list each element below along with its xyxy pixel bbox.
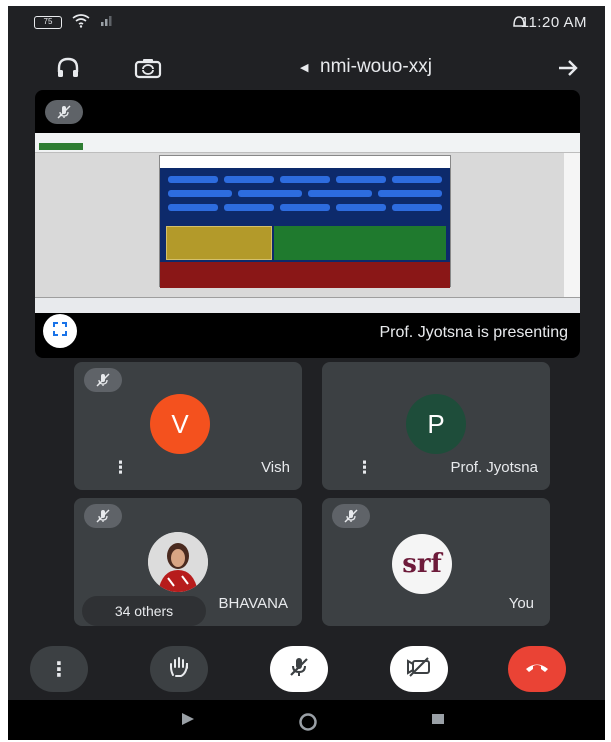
battery-level: 75: [43, 17, 53, 26]
mic-off-icon: [332, 504, 370, 528]
signal-icon: [100, 14, 118, 29]
more-vert-icon: ⋮: [49, 658, 69, 681]
more-vert-icon[interactable]: ⋮: [356, 458, 373, 478]
meeting-code[interactable]: nmi-wouo-xxj: [320, 56, 432, 78]
hand-icon: [167, 655, 191, 684]
fullscreen-button[interactable]: [43, 314, 77, 348]
participant-name: BHAVANA: [218, 595, 288, 612]
camera-toggle-button[interactable]: [390, 646, 448, 692]
avatar: V: [150, 394, 210, 454]
chevron-icon[interactable]: ◀: [300, 61, 308, 74]
status-bar: 75 11:20 AM: [8, 6, 605, 38]
mic-off-icon: [287, 655, 311, 684]
switch-camera-icon[interactable]: [134, 56, 162, 80]
participant-name: Vish: [261, 459, 290, 476]
avatar-initial: P: [427, 408, 445, 439]
avatar-logo: srf: [402, 549, 442, 579]
participant-tile-vish[interactable]: V ⋮ Vish: [74, 362, 302, 490]
avatar: [148, 532, 208, 592]
battery-icon: 75: [34, 16, 62, 29]
nav-home-icon[interactable]: [298, 712, 318, 732]
nav-back-icon[interactable]: [180, 712, 196, 726]
shared-screen-sidebar: [564, 153, 580, 297]
mic-off-icon: [84, 504, 122, 528]
system-nav-bar: [8, 700, 605, 740]
end-call-button[interactable]: [508, 646, 566, 692]
participant-name: Prof. Jyotsna: [450, 459, 538, 476]
status-time: 11:20 AM: [520, 14, 587, 31]
camera-off-icon: [406, 656, 432, 683]
wifi-icon: [72, 14, 90, 31]
meet-screen: 75 11:20 AM ◀ nmi-wouo-xxj Prof. Jyotsna…: [8, 6, 605, 740]
others-chip[interactable]: 34 others: [82, 596, 206, 626]
presenting-label: Prof. Jyotsna is presenting: [379, 324, 568, 341]
shared-screen-toolbar: [35, 133, 580, 153]
arrow-icon[interactable]: [554, 56, 582, 80]
fullscreen-icon: [52, 321, 68, 342]
top-bar: ◀ nmi-wouo-xxj: [8, 46, 605, 90]
shared-screen: [35, 133, 580, 313]
participant-name: You: [508, 595, 534, 612]
more-options-button[interactable]: ⋮: [30, 646, 88, 692]
end-call-icon: [524, 660, 550, 679]
headphones-icon[interactable]: [54, 56, 82, 80]
avatar: P: [406, 394, 466, 454]
mic-off-icon: [45, 100, 83, 124]
avatar: srf: [392, 534, 452, 594]
shared-screen-taskbar: [35, 297, 580, 313]
raise-hand-button[interactable]: [150, 646, 208, 692]
nav-recents-icon[interactable]: [430, 712, 446, 726]
mic-off-icon: [84, 368, 122, 392]
presentation-tile[interactable]: Prof. Jyotsna is presenting: [35, 90, 580, 358]
shared-slide: [159, 155, 451, 288]
avatar-initial: V: [171, 408, 189, 439]
participant-tile-jyotsna[interactable]: P ⋮ Prof. Jyotsna: [322, 362, 550, 490]
participant-tile-you[interactable]: srf You: [322, 498, 550, 626]
mic-toggle-button[interactable]: [270, 646, 328, 692]
phone-frame: 75 11:20 AM ◀ nmi-wouo-xxj Prof. Jyotsna…: [0, 0, 611, 742]
more-vert-icon[interactable]: ⋮: [112, 458, 129, 478]
